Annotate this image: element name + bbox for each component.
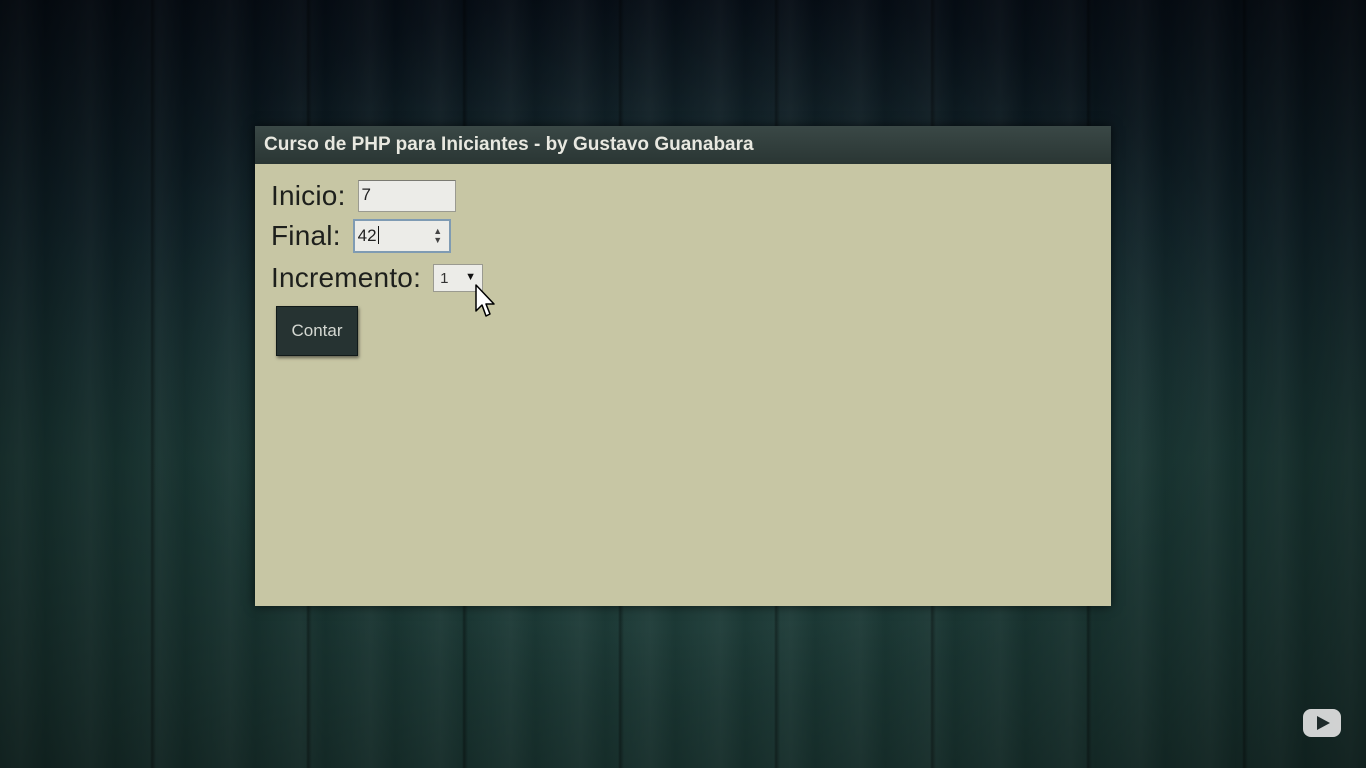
final-label: Final:	[271, 220, 341, 251]
inicio-row: Inicio: 7	[271, 180, 456, 212]
inicio-label: Inicio:	[271, 180, 346, 211]
final-row: Final: 42 ▲ ▼	[271, 219, 451, 253]
text-caret	[377, 226, 379, 244]
incremento-label: Incremento:	[271, 262, 422, 293]
final-value: 42	[357, 226, 377, 245]
chevron-down-icon[interactable]: ▼	[465, 271, 476, 283]
number-spinner-icon[interactable]: ▲ ▼	[433, 227, 443, 245]
incremento-selected-value: 1	[440, 269, 449, 287]
mouse-pointer-icon	[475, 284, 495, 317]
app-window: Curso de PHP para Iniciantes - by Gustav…	[255, 126, 1111, 606]
window-title: Curso de PHP para Iniciantes - by Gustav…	[255, 126, 1111, 164]
inicio-input[interactable]: 7	[357, 180, 456, 212]
incremento-row: Incremento: 1 ▼	[271, 262, 484, 294]
inicio-value: 7	[361, 185, 372, 204]
contar-button[interactable]: Contar	[276, 306, 358, 356]
final-number-input[interactable]: 42 ▲ ▼	[352, 219, 451, 253]
youtube-play-icon[interactable]	[1302, 708, 1342, 738]
